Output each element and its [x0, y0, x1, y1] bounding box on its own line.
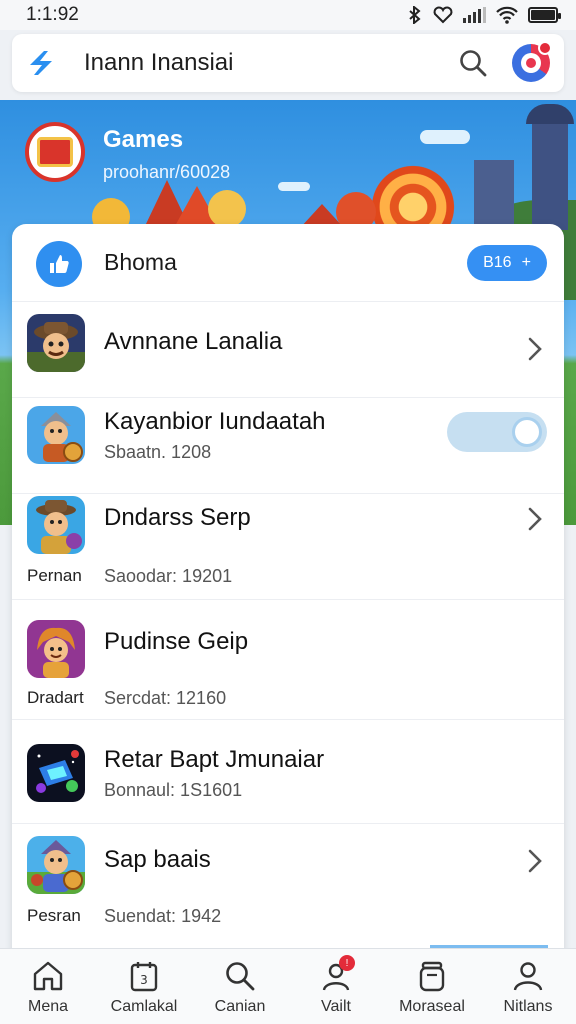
nav-tab-profile[interactable]: Nitlans	[480, 949, 576, 1024]
list-item-title: Dndarss Serp	[104, 504, 251, 531]
card-title: Bhoma	[104, 249, 177, 275]
list-item-subtitle: Sbaatn. 1208	[104, 442, 212, 462]
list-item-title: Avnnane Lanalia	[104, 328, 283, 355]
search-bar[interactable]: Inann Inansiai	[12, 34, 564, 92]
game-icon-space	[27, 744, 85, 802]
profile-icon	[513, 962, 543, 991]
list-item[interactable]: Avnnane Lanalia	[12, 302, 564, 398]
wifi-icon	[496, 6, 518, 24]
plus-icon: +	[521, 254, 531, 271]
user-alert-icon: !	[319, 955, 355, 993]
cloud	[278, 182, 310, 191]
nav-tab-search[interactable]: Canian	[192, 949, 288, 1024]
nav-label: Moraseal	[399, 998, 465, 1015]
list-item-category: Dradart	[27, 688, 84, 707]
game-icon-warrior	[27, 836, 85, 894]
home-icon	[33, 961, 63, 991]
game-icon-explorer	[27, 314, 85, 372]
notification-dot	[538, 41, 552, 55]
nav-label: Mena	[27, 998, 69, 1015]
bluetooth-icon	[409, 6, 421, 24]
battery-icon	[528, 7, 561, 23]
cell-signal-icon	[463, 7, 486, 23]
thumbs-up-icon[interactable]	[36, 241, 82, 287]
nav-label: Canian	[214, 998, 266, 1015]
status-icons	[407, 6, 561, 24]
castle-roof	[526, 104, 574, 124]
list-item[interactable]: Kayanbior Iundaatah Sbaatn. 1208	[12, 398, 564, 494]
lightning-logo-icon	[30, 51, 52, 75]
nav-badge: !	[339, 955, 355, 971]
list-item[interactable]: Sap baais Pesran Suendat: 1942	[12, 824, 564, 954]
bottom-nav: Mena 3 Camlakal Canian ! Vailt Moraseal …	[0, 948, 576, 1024]
nav-label: Camlakal	[110, 998, 178, 1015]
list-item-category: Pesran	[27, 906, 81, 925]
cloud	[420, 130, 470, 144]
list-item-title: Retar Bapt Jmunaiar	[104, 746, 325, 773]
castle-tower	[532, 120, 568, 230]
game-icon-heroine	[27, 620, 85, 678]
nav-label: Nitlans	[503, 998, 553, 1015]
avatar[interactable]	[512, 41, 552, 82]
nav-tab-vault[interactable]: ! Vailt	[288, 949, 384, 1024]
list-item[interactable]: Retar Bapt Jmunaiar Bonnaul: 1S1601	[12, 720, 564, 824]
game-icon-knight	[27, 406, 85, 464]
calendar-icon: 3	[130, 962, 158, 992]
list-item-subtitle: Bonnaul: 1S1601	[104, 780, 243, 800]
status-bar: 1:1:92	[0, 0, 576, 30]
list-item-title: Pudinse Geip	[104, 628, 249, 655]
chevron-right-icon[interactable]	[526, 506, 544, 532]
list-item[interactable]: Pudinse Geip Dradart Sercdat: 12160	[12, 600, 564, 720]
search-icon[interactable]	[458, 48, 488, 78]
list-item-category: Pernan	[27, 566, 82, 585]
heart-signal-icon	[433, 6, 453, 24]
add-button[interactable]: B16 +	[467, 245, 547, 281]
gold-coin	[208, 190, 246, 228]
search-icon	[226, 962, 255, 991]
game-badge-icon	[25, 122, 85, 182]
card-header: Bhoma B16 +	[12, 224, 564, 302]
list-item[interactable]: Dndarss Serp Pernan Saoodar: 19201	[12, 494, 564, 600]
list-item-subtitle: Saoodar: 19201	[104, 566, 233, 586]
list-item-title: Kayanbior Iundaatah	[104, 408, 326, 435]
toggle-knob	[512, 417, 542, 447]
search-title[interactable]: Inann Inansiai	[84, 49, 458, 77]
game-icon-adventurer	[27, 496, 85, 554]
toggle-switch[interactable]	[447, 412, 547, 452]
hero-title: Games	[103, 126, 184, 153]
nav-tab-home[interactable]: Mena	[0, 949, 96, 1024]
chevron-right-icon[interactable]	[526, 848, 544, 874]
games-list-card: Bhoma B16 + Avnnane Lanalia Kayanbior Iu…	[12, 224, 564, 954]
list-item-title: Sap baais	[104, 846, 211, 873]
nav-tab-storage[interactable]: Moraseal	[384, 949, 480, 1024]
status-time: 1:1:92	[26, 4, 79, 25]
list-item-subtitle: Sercdat: 12160	[104, 688, 227, 708]
hero-subtitle: proohanr/60028	[103, 162, 231, 182]
castle	[474, 160, 514, 230]
svg-text:3: 3	[140, 973, 148, 987]
chevron-right-icon[interactable]	[526, 336, 544, 362]
add-button-label: B16	[483, 254, 512, 271]
nav-label: Vailt	[321, 998, 351, 1015]
nav-tab-calendar[interactable]: 3 Camlakal	[96, 949, 192, 1024]
jar-icon	[419, 961, 445, 992]
list-item-subtitle: Suendat: 1942	[104, 906, 222, 926]
